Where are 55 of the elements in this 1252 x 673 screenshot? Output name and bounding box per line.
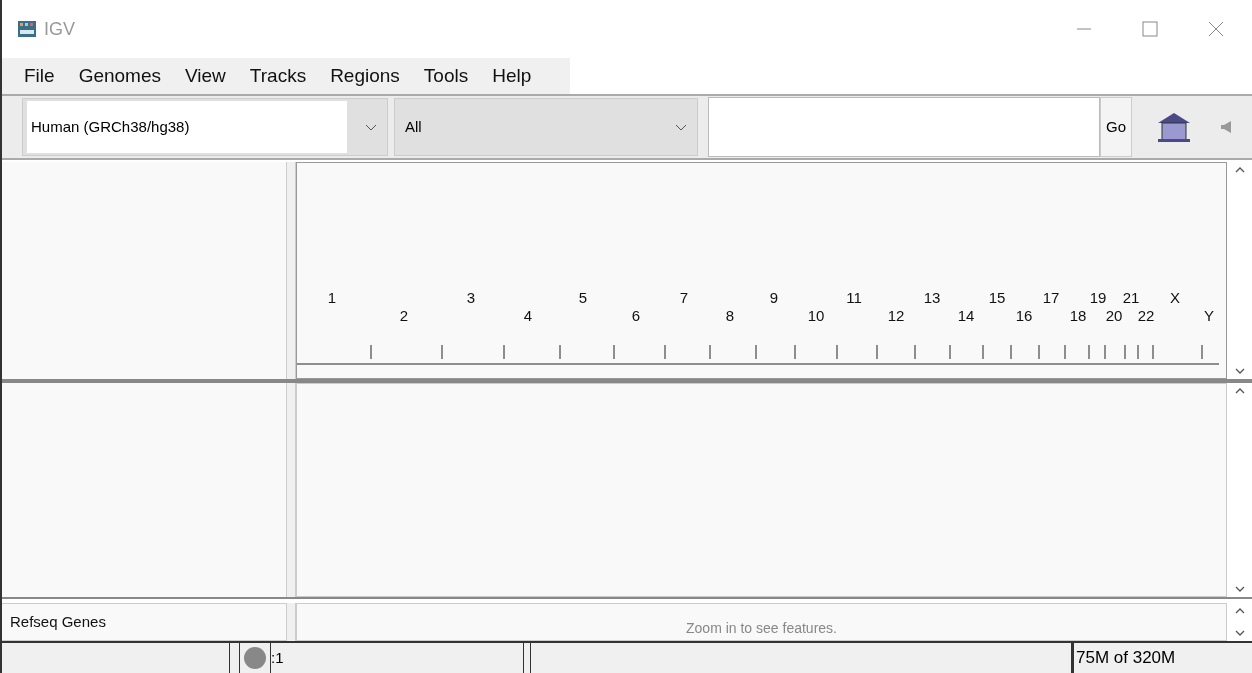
menu-item[interactable]: Genomes [68,61,171,91]
chromosome-label: Y [1204,306,1214,326]
chromosome-label: 5 [578,288,588,308]
genome-value: Human (GRCh38/hg38) [27,101,347,153]
window-title: IGV [44,17,75,41]
chromosome-dropdown[interactable]: All [394,98,698,156]
chromosome-label: 21 [1122,288,1140,308]
home-icon[interactable] [1156,111,1192,143]
scroll-down-icon[interactable] [1234,630,1245,637]
menu-item[interactable]: Tracks [239,61,317,91]
genome-dropdown[interactable]: Human (GRCh38/hg38) [22,98,388,156]
menu-item[interactable]: File [14,61,65,91]
position-text: :1 [271,647,284,668]
feature-message: Zoom in to see features. [686,619,837,638]
track-name: Refseq Genes [10,611,106,632]
scroll-up-icon[interactable] [1234,607,1245,614]
scroll-down-icon[interactable] [1234,368,1245,375]
memory-text: 75M of 320M [1076,647,1176,670]
chromosome-label: X [1170,288,1180,308]
locus-field[interactable] [708,97,1100,157]
menu-item[interactable]: Regions [320,61,410,91]
menu-item[interactable]: Tools [413,61,479,91]
chromosome-value: All [405,116,422,137]
app-logo-icon [18,21,36,37]
menu-item[interactable]: View [175,61,236,91]
chromosome-label: 2 [399,306,409,326]
chromosome-label: 3 [466,288,476,308]
chromosome-label: 18 [1069,306,1087,326]
chromosome-label: 8 [725,306,735,326]
chromosome-label: 15 [988,288,1006,308]
scroll-up-icon[interactable] [1234,387,1245,394]
status-indicator-icon [242,646,268,670]
speaker-icon[interactable] [1220,121,1232,133]
chromosome-label: 1 [327,288,337,308]
chromosome-label: 19 [1089,288,1107,308]
go-button[interactable]: Go [1100,97,1132,157]
chromosome-label: 11 [846,288,862,308]
chromosome-label: 13 [923,288,941,308]
chromosome-label: 17 [1042,288,1060,308]
scroll-up-icon[interactable] [1234,166,1245,173]
scroll-down-icon[interactable] [1234,586,1245,593]
chromosome-label: 7 [679,288,689,308]
chromosome-label: 10 [807,306,825,326]
chromosome-label: 22 [1137,306,1155,326]
chromosome-label: 9 [769,288,779,308]
close-icon[interactable] [1208,21,1224,37]
menu-item[interactable]: Help [482,61,542,91]
chevron-down-icon [675,123,687,131]
chromosome-label: 6 [631,306,641,326]
chromosome-label: 16 [1015,306,1033,326]
chromosome-label: 20 [1105,306,1123,326]
chromosome-label: 4 [523,306,533,326]
chevron-down-icon [365,123,377,131]
chromosome-label: 14 [957,306,975,326]
chromosome-label: 12 [887,306,905,326]
